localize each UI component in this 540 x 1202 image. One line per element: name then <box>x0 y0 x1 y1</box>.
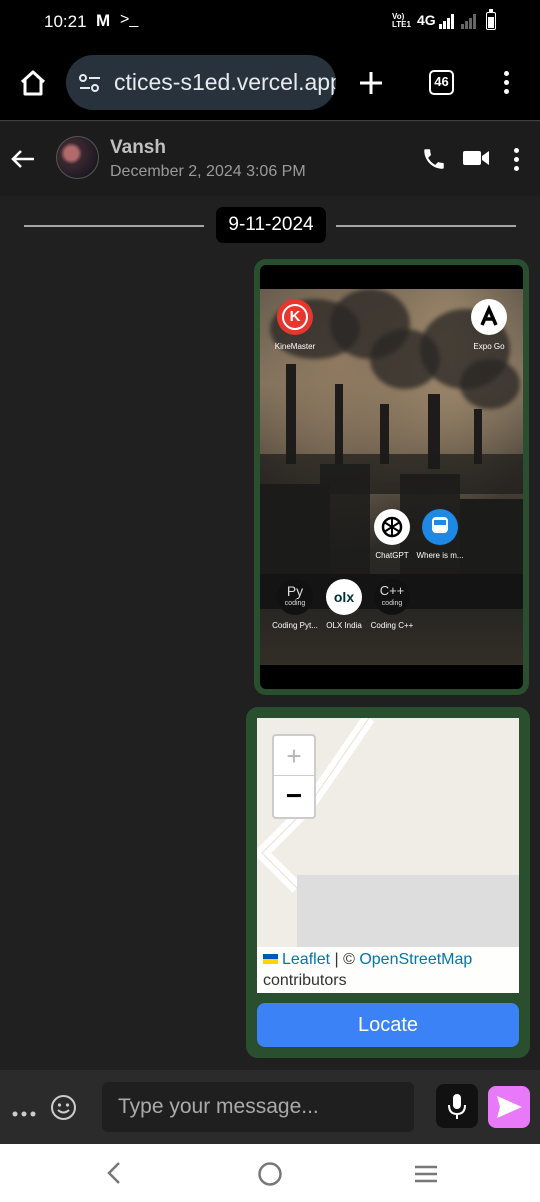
gmail-notification-icon: M <box>96 11 111 30</box>
train-icon[interactable] <box>422 509 458 545</box>
browser-menu-button[interactable] <box>504 71 509 98</box>
battery-icon <box>486 9 496 30</box>
cpp-icon[interactable]: C++ coding <box>374 579 410 615</box>
last-seen-timestamp: December 2, 2024 3:06 PM <box>110 163 306 180</box>
back-arrow-icon <box>11 150 34 168</box>
site-settings-icon[interactable] <box>78 73 102 93</box>
app-label: KineMaster <box>274 342 316 351</box>
emoji-button[interactable] <box>50 1094 77 1121</box>
app-label: Coding C++ <box>370 621 414 630</box>
date-separator: 9-11-2024 <box>216 207 326 243</box>
expo-go-icon[interactable] <box>471 299 507 335</box>
map-attribution: Leaflet | © OpenStreetMap contributors <box>257 947 519 993</box>
chat-messages[interactable]: 9-11-2024 K KineMaster Expo Go ChatGPT W… <box>0 196 540 1070</box>
phone-screenshot-image[interactable]: K KineMaster Expo Go ChatGPT Where is m.… <box>260 289 523 665</box>
url-text[interactable]: ctices-s1ed.vercel.app <box>114 69 336 96</box>
nav-recents-icon <box>415 1165 437 1183</box>
kinemaster-icon[interactable]: K <box>277 299 313 335</box>
home-button[interactable] <box>18 68 48 98</box>
signal-strength-sim2-icon <box>461 14 477 29</box>
more-dots-icon <box>12 1111 36 1117</box>
attribution-suffix: contributors <box>263 972 347 989</box>
voice-call-button[interactable] <box>421 146 447 172</box>
app-label: Expo Go <box>473 342 505 351</box>
terminal-notification-icon: >_ <box>120 11 139 28</box>
message-composer: Type your message... <box>0 1070 540 1144</box>
network-type: 4G <box>417 12 436 28</box>
phone-icon <box>424 149 444 169</box>
new-tab-button[interactable] <box>358 70 384 96</box>
signal-strength-icon <box>439 14 455 29</box>
nav-back-button[interactable] <box>104 1161 124 1185</box>
ukraine-flag-icon <box>263 954 278 964</box>
plus-icon <box>360 72 382 94</box>
video-call-button[interactable] <box>462 148 490 168</box>
home-icon <box>20 70 46 96</box>
leaflet-link[interactable]: Leaflet <box>282 951 330 968</box>
status-bar: 10:21 M >_ Vo) LTE1 4G <box>0 0 540 44</box>
send-button[interactable] <box>488 1086 530 1128</box>
emoji-icon <box>51 1095 76 1120</box>
cpp-sub: coding <box>381 600 403 607</box>
olx-icon[interactable]: olx <box>326 579 362 615</box>
contact-name: Vansh <box>110 137 166 158</box>
back-button[interactable] <box>10 148 36 170</box>
nav-recents-button[interactable] <box>413 1164 439 1184</box>
zoom-in-button[interactable]: + <box>274 736 314 776</box>
zoom-control: + − <box>272 734 316 819</box>
send-icon <box>497 1096 522 1118</box>
nav-home-icon <box>258 1162 282 1186</box>
python-glyph: Py <box>286 583 304 599</box>
tab-switcher-button[interactable]: 46 <box>429 70 454 95</box>
cpp-glyph: C++ <box>379 583 405 598</box>
nav-back-icon <box>107 1162 120 1184</box>
olx-glyph: olx <box>333 589 355 605</box>
locate-button[interactable]: Locate <box>257 1003 519 1047</box>
map-message-bubble: + − Leaflet | © OpenStreetMap contributo… <box>246 707 530 1058</box>
video-camera-icon <box>463 151 489 165</box>
python-icon[interactable]: Py coding <box>277 579 313 615</box>
volte-indicator: Vo) LTE1 <box>392 12 411 29</box>
leaflet-map[interactable]: + − Leaflet | © OpenStreetMap contributo… <box>257 718 519 993</box>
avatar[interactable] <box>56 136 99 179</box>
date-divider-right <box>336 225 516 227</box>
voice-record-button[interactable] <box>436 1084 478 1128</box>
openstreetmap-link[interactable]: OpenStreetMap <box>359 951 472 968</box>
more-options-button[interactable] <box>12 1104 36 1117</box>
zoom-out-button[interactable]: − <box>274 777 314 817</box>
system-navigation-bar <box>0 1144 540 1202</box>
app-label: Where is m... <box>416 551 464 560</box>
date-divider-left <box>24 225 204 227</box>
page-indicator-dots <box>338 659 458 665</box>
app-label: Coding Pyt... <box>272 621 318 630</box>
image-message-bubble[interactable]: K KineMaster Expo Go ChatGPT Where is m.… <box>254 259 529 695</box>
microphone-icon <box>448 1094 466 1119</box>
chatgpt-icon[interactable] <box>374 509 410 545</box>
address-bar[interactable]: ctices-s1ed.vercel.app <box>66 55 336 110</box>
message-input[interactable]: Type your message... <box>102 1082 414 1132</box>
nav-home-button[interactable] <box>257 1161 283 1187</box>
map-gray-area <box>297 875 519 949</box>
attribution-separator: | © <box>330 951 360 968</box>
python-sub: coding <box>284 600 306 607</box>
chat-header: Vansh December 2, 2024 3:06 PM <box>0 122 540 196</box>
browser-toolbar: ctices-s1ed.vercel.app 46 <box>0 44 540 121</box>
status-time: 10:21 <box>44 12 87 31</box>
chat-menu-button[interactable] <box>514 148 519 175</box>
